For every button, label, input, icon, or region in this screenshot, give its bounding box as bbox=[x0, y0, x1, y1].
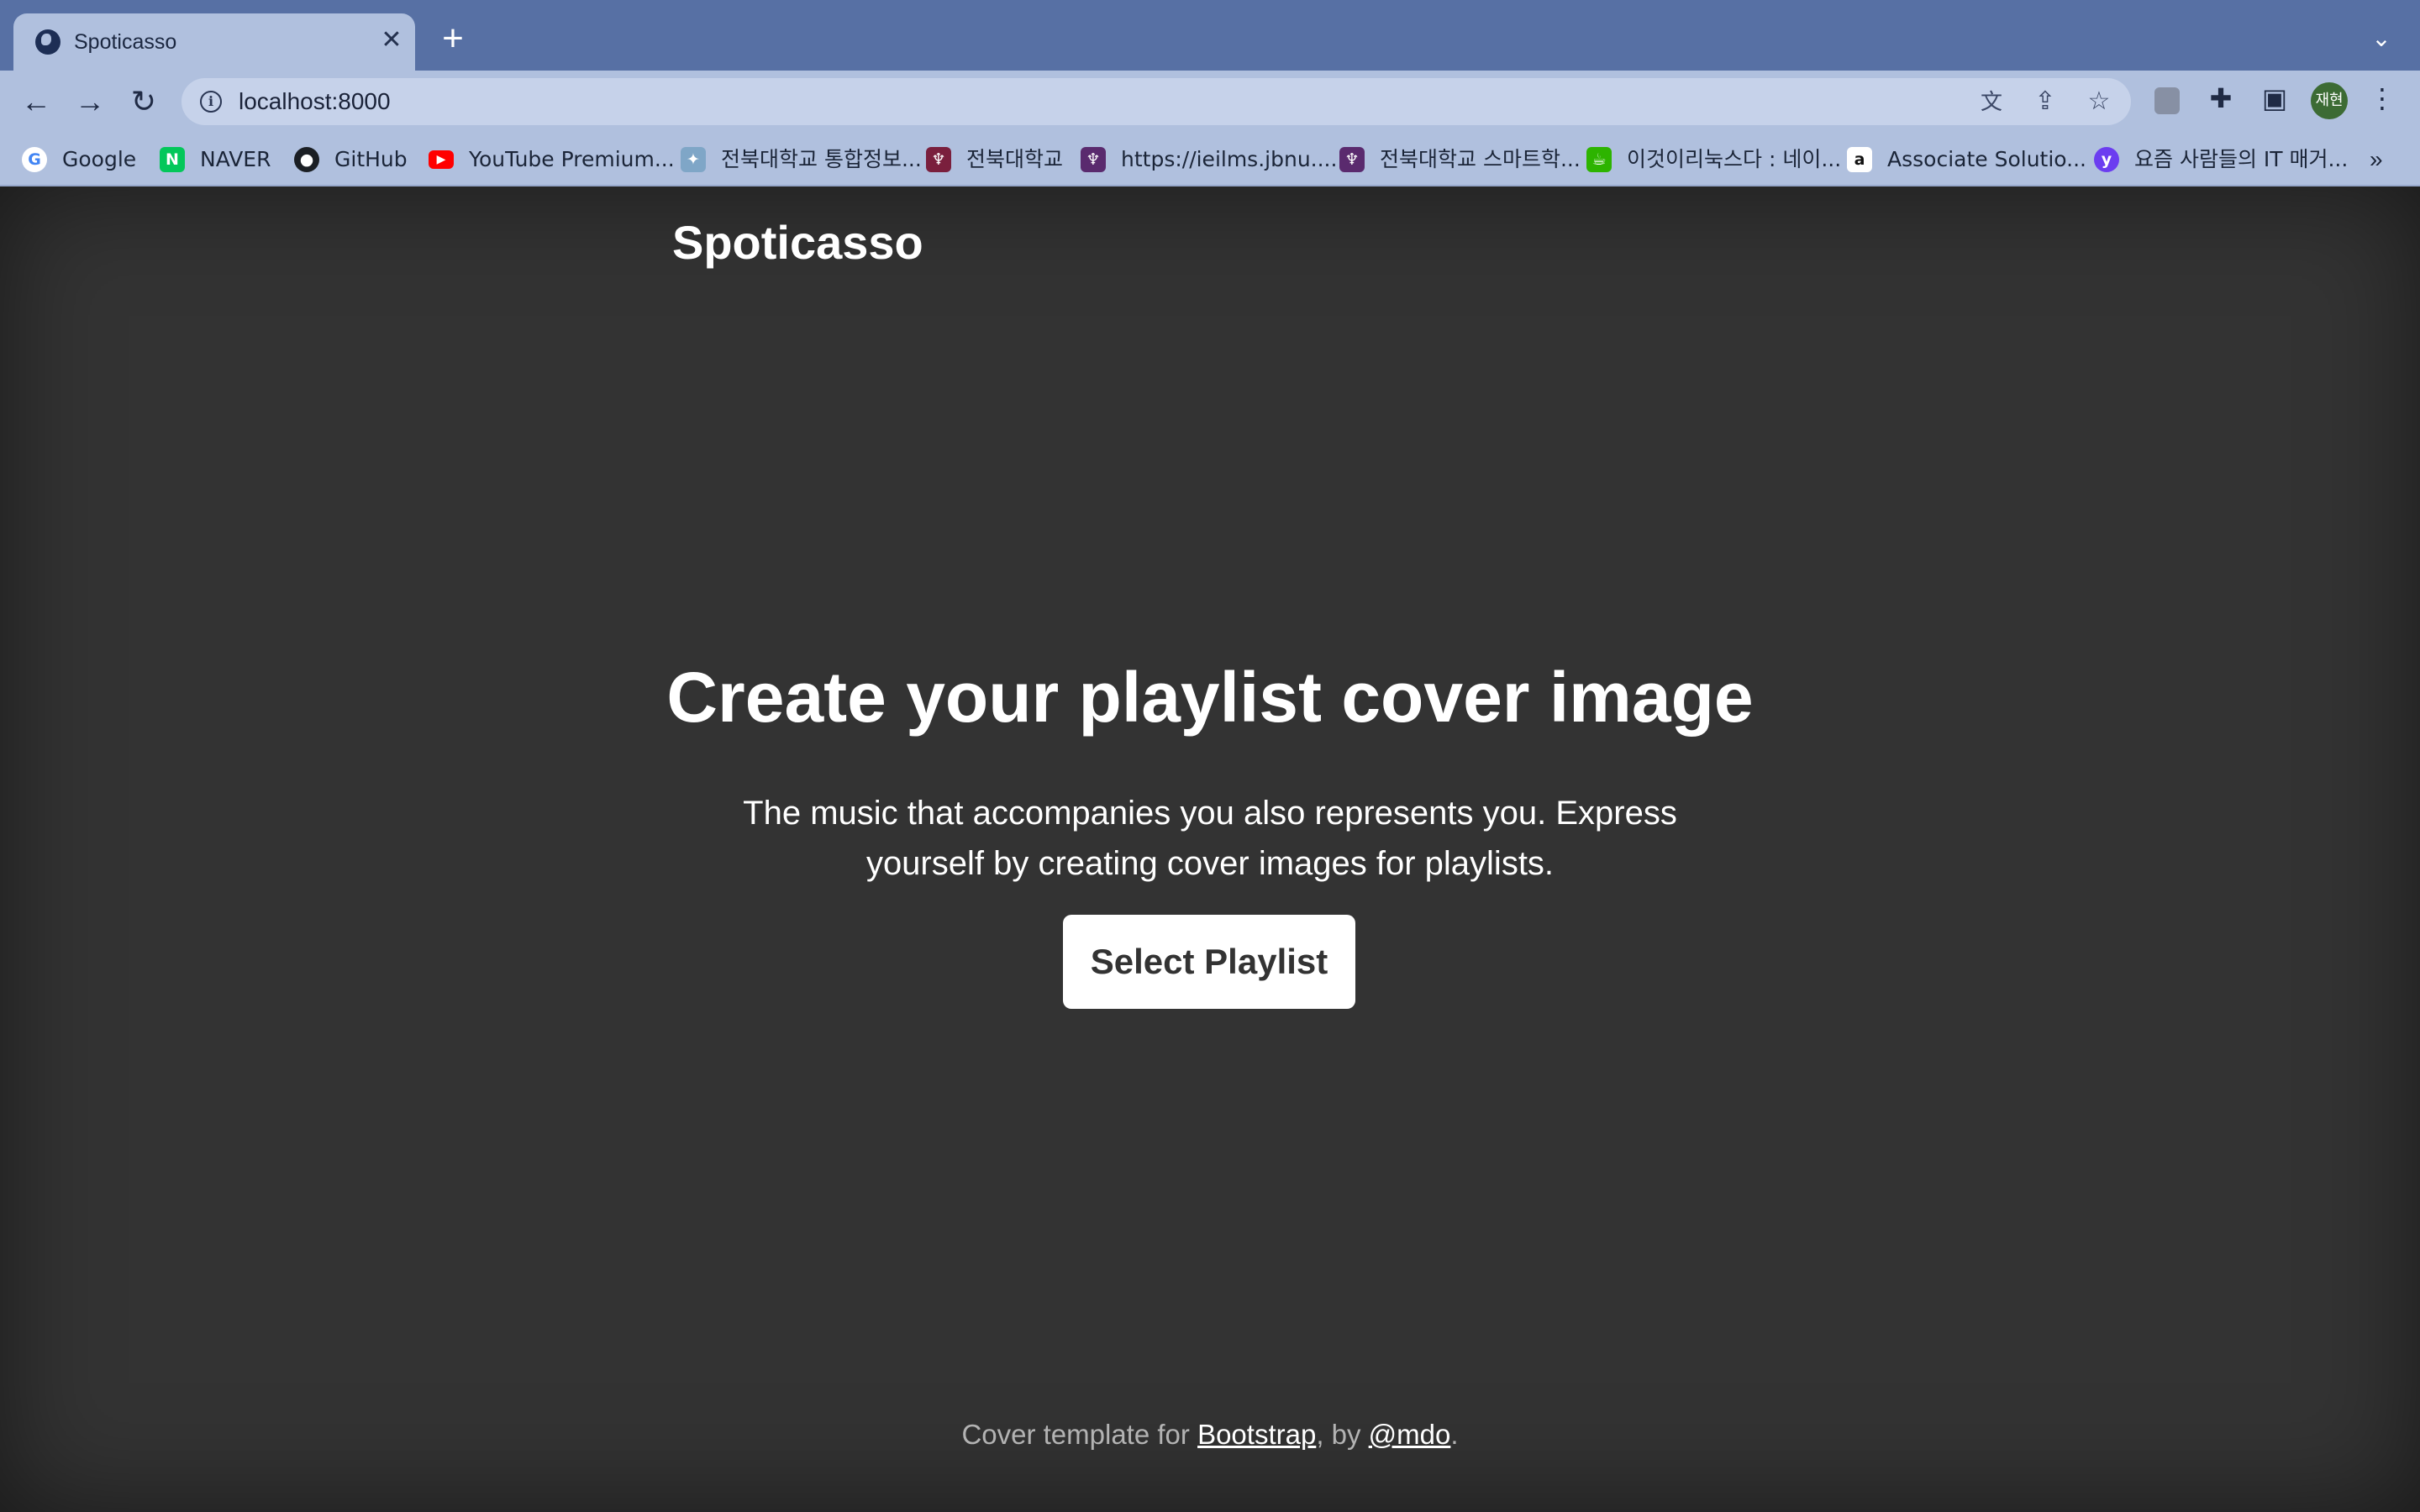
share-icon[interactable]: ⇪ bbox=[2032, 88, 2059, 115]
bookmark-ieilms[interactable]: ♆ https://ieilms.jbnu.... bbox=[1081, 144, 1337, 173]
page-viewport: Spoticasso Create your playlist cover im… bbox=[0, 186, 2420, 1512]
google-icon: G bbox=[22, 147, 47, 172]
star-icon[interactable]: ☆ bbox=[2086, 88, 2112, 115]
info-icon[interactable]: i bbox=[200, 91, 222, 113]
chevron-down-icon[interactable]: ⌄ bbox=[2368, 25, 2395, 52]
sidepanel-icon[interactable]: ▣ bbox=[2257, 81, 2292, 116]
bookmark-youtube[interactable]: ▶ YouTube Premium... bbox=[429, 144, 675, 173]
bookmark-github[interactable]: ● GitHub bbox=[294, 144, 408, 173]
bookmark-jbnu[interactable]: ♆ 전북대학교 bbox=[926, 144, 1063, 173]
mdo-link[interactable]: @mdo bbox=[1369, 1419, 1451, 1450]
address-bar[interactable]: i localhost:8000 文 ⇪ ☆ bbox=[182, 78, 2131, 125]
naver-icon: N bbox=[160, 147, 185, 172]
bookmark-it-magazine[interactable]: y 요즘 사람들의 IT 매거... bbox=[2094, 144, 2348, 173]
bookmark-aws[interactable]: a Associate Solutio... bbox=[1847, 144, 2086, 173]
forward-button[interactable]: → bbox=[71, 82, 109, 121]
bookmark-jbnu-smart[interactable]: ♆ 전북대학교 스마트학... bbox=[1339, 144, 1581, 173]
footer-suffix: . bbox=[1450, 1419, 1459, 1450]
avatar[interactable]: 재현 bbox=[2311, 82, 2348, 119]
page-heading: Create your playlist cover image bbox=[666, 658, 1754, 737]
close-icon[interactable]: ✕ bbox=[376, 25, 407, 55]
jbnu-crest-icon: ♆ bbox=[1081, 147, 1106, 172]
bootstrap-link[interactable]: Bootstrap bbox=[1197, 1419, 1316, 1450]
tab-title: Spoticasso bbox=[74, 30, 177, 54]
amazon-icon: a bbox=[1847, 147, 1872, 172]
tab-strip: Spoticasso ✕ + ⌄ bbox=[0, 0, 2420, 71]
magazine-icon: y bbox=[2094, 147, 2119, 172]
bookmark-naver[interactable]: N NAVER bbox=[160, 144, 271, 173]
footer-middle: , by bbox=[1316, 1419, 1369, 1450]
lightbulb-icon[interactable] bbox=[2149, 81, 2185, 116]
jbnu-crest-icon: ♆ bbox=[1339, 147, 1365, 172]
bookmark-linux-cafe[interactable]: ☕ 이것이리눅스다 : 네이... bbox=[1586, 144, 1841, 173]
bookmark-google[interactable]: G Google bbox=[22, 144, 136, 173]
back-button[interactable]: ← bbox=[17, 82, 55, 121]
brand-title: Spoticasso bbox=[672, 216, 923, 269]
bookmarks-bar: G Google N NAVER ● GitHub ▶ YouTube Premium.… bbox=[0, 133, 2420, 186]
jbnu-crest-icon: ♆ bbox=[926, 147, 951, 172]
more-vertical-icon[interactable]: ⋮ bbox=[2365, 81, 2400, 116]
footer: Cover template for Bootstrap, by @mdo. bbox=[0, 1419, 2420, 1451]
lead-text: The music that accompanies you also repr… bbox=[743, 795, 1677, 882]
select-playlist-button[interactable]: Select Playlist bbox=[1063, 915, 1355, 1009]
globe-icon bbox=[35, 29, 60, 55]
footer-prefix: Cover template for bbox=[961, 1419, 1198, 1450]
translate-icon[interactable]: 文 bbox=[1978, 88, 2005, 115]
url-text[interactable]: localhost:8000 bbox=[239, 88, 391, 115]
youtube-icon: ▶ bbox=[429, 150, 454, 169]
bookmark-jbnu-portal[interactable]: ✦ 전북대학교 통합정보... bbox=[681, 144, 922, 173]
reload-button[interactable]: ↻ bbox=[124, 82, 163, 121]
github-icon: ● bbox=[294, 147, 319, 172]
new-tab-button[interactable]: + bbox=[435, 20, 471, 57]
jbnu-icon: ✦ bbox=[681, 147, 706, 172]
browser-toolbar: ← → ↻ i localhost:8000 文 ⇪ ☆ ✚ ▣ 재현 ⋮ bbox=[0, 71, 2420, 133]
bookmarks-overflow-button[interactable]: » bbox=[2370, 146, 2383, 173]
cafe-icon: ☕ bbox=[1586, 147, 1612, 172]
puzzle-icon[interactable]: ✚ bbox=[2203, 81, 2238, 116]
browser-tab[interactable]: Spoticasso ✕ bbox=[13, 13, 415, 71]
